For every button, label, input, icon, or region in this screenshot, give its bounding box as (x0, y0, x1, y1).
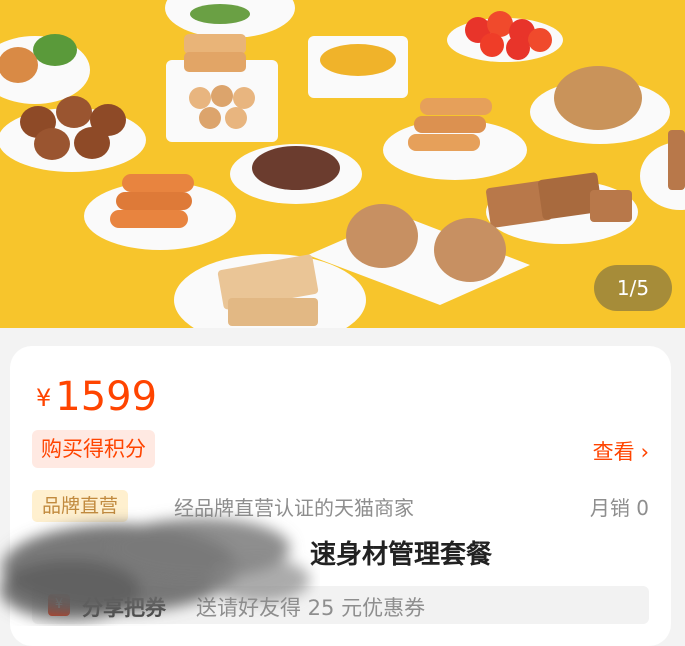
product-photo (0, 0, 685, 328)
page-indicator: 1/5 (594, 265, 672, 311)
brand-description: 经品牌直营认证的天猫商家 (174, 496, 414, 520)
brand-tag: 品牌直营 (32, 490, 129, 522)
product-title-text: 速身材管理套餐 (310, 540, 493, 570)
share-description: 送请好友得 25 元优惠券 (196, 596, 426, 620)
points-badge[interactable]: 购买得积分 (32, 430, 155, 468)
share-label: 分享把券 (82, 596, 166, 620)
share-coupon-row[interactable]: ¥ 分享把券 送请好友得 25 元优惠券 (32, 586, 649, 624)
view-link-label: 查看 (592, 440, 635, 464)
view-points-link[interactable]: 查看 › (593, 436, 649, 466)
price-currency: ¥ (36, 384, 52, 412)
price: ¥1599 (36, 374, 157, 420)
share-coupon-icon: ¥ (48, 594, 70, 616)
product-info-card: ¥1599 购买得积分 查看 › 品牌直营 经品牌直营认证的天猫商家 月销 0 速… (10, 346, 671, 646)
brand-row[interactable]: 品牌直营 经品牌直营认证的天猫商家 月销 0 (32, 488, 649, 524)
product-title: 速身材管理套餐 (32, 534, 649, 571)
monthly-sales: 月销 0 (589, 496, 649, 520)
chevron-right-icon: › (640, 440, 649, 464)
price-amount: 1599 (55, 374, 158, 420)
product-image-carousel[interactable]: 1/5 (0, 0, 685, 328)
